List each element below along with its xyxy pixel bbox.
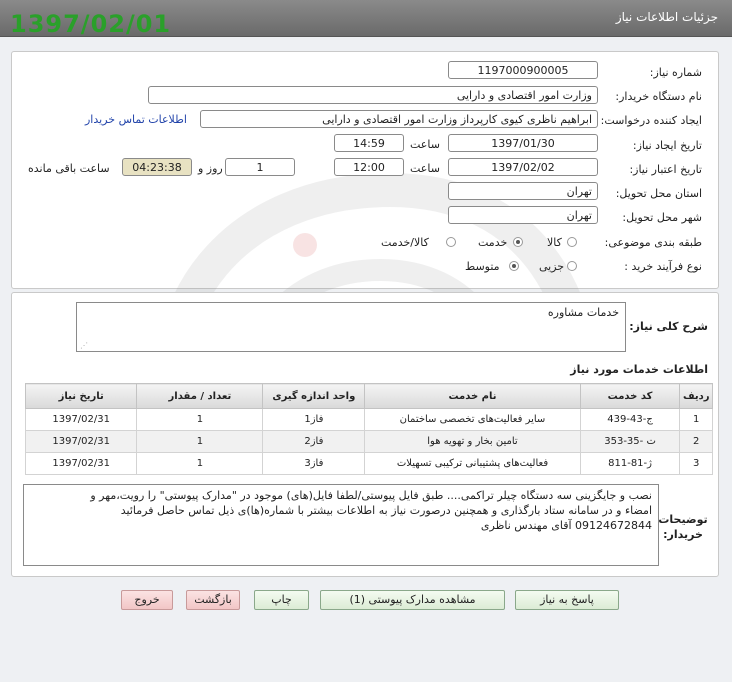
cell-unit: فاز3 [262, 452, 366, 475]
cell-date: 1397/02/31 [24, 408, 138, 431]
category-radio-service[interactable] [513, 237, 523, 247]
cell-code: ج-43-439 [579, 408, 681, 431]
col-code: کد خدمت [579, 383, 681, 409]
remaining-time-field: 04:23:38 [122, 158, 192, 176]
services-table: ردیف کد خدمت نام خدمت واحد اندازه گیری ت… [24, 383, 713, 475]
created-date-field: 1397/01/30 [448, 134, 598, 152]
validity-time-label: ساعت [410, 162, 440, 175]
buyer-org-label: نام دستگاه خریدار: [615, 90, 702, 103]
city-field: تهران [448, 206, 598, 224]
created-time-label: ساعت [410, 138, 440, 151]
days-label: روز و [198, 162, 223, 175]
cell-name: تامین بخار و تهویه هوا [364, 430, 581, 453]
cell-code: ژ-81-811 [579, 452, 681, 475]
remaining-label: ساعت باقی مانده [28, 162, 110, 175]
created-time-field: 14:59 [334, 134, 404, 152]
view-attachments-button[interactable]: مشاهده مدارک پیوستی (1) [320, 590, 505, 610]
col-row: ردیف [679, 383, 713, 409]
cell-qty: 1 [136, 408, 264, 431]
category-label: طبقه بندی موضوعی: [604, 236, 702, 249]
print-button[interactable]: چاپ [254, 590, 309, 610]
col-qty: تعداد / مقدار [136, 383, 264, 409]
back-button[interactable]: بازگشت [186, 590, 240, 610]
need-number-label: شماره نیاز: [649, 66, 702, 79]
category-option-goods: کالا [547, 236, 562, 249]
notes-line-2: امضاء و در سامانه ستاد بارگذاری و همچنین… [120, 504, 652, 517]
summary-label: شرح کلی نیاز: [629, 320, 708, 333]
cell-row: 2 [679, 430, 713, 453]
notes-line-3: 09124672844 آقای مهندس ناظری [480, 519, 652, 532]
exit-button[interactable]: خروج [121, 590, 173, 610]
requester-label: ایجاد کننده درخواست: [600, 114, 702, 127]
resize-grip-icon[interactable]: ⋰ [80, 342, 88, 350]
notes-label: توضیحات خریدار: [658, 513, 708, 541]
col-date: تاریخ نیاز [24, 383, 138, 409]
validity-date-field: 1397/02/02 [448, 158, 598, 176]
cell-qty: 1 [136, 452, 264, 475]
buyer-contact-link[interactable]: اطلاعات تماس خریدار [85, 113, 187, 126]
cell-row: 3 [679, 452, 713, 475]
notes-textarea: نصب و جایگزینی سه دستگاه چیلر تراکمی....… [23, 484, 659, 566]
table-row: 2 ت -35-353 تامین بخار و تهویه هوا فاز2 … [24, 430, 713, 453]
cell-row: 1 [679, 408, 713, 431]
category-option-goods-service: کالا/خدمت [381, 236, 429, 249]
table-row: 1 ج-43-439 سایر فعالیت‌های تخصصی ساختمان… [24, 408, 713, 431]
col-unit: واحد اندازه گیری [262, 383, 366, 409]
process-option-minor: جزیی [539, 260, 565, 273]
services-section-title: اطلاعات خدمات مورد نیاز [570, 363, 708, 376]
city-label: شهر محل تحویل: [622, 211, 702, 224]
category-radio-goods-service[interactable] [446, 237, 456, 247]
created-date-label: تاریخ ایجاد نیاز: [632, 139, 702, 152]
validity-time-field: 12:00 [334, 158, 404, 176]
table-row: 3 ژ-81-811 فعالیت‌های پشتیبانی ترکیبی تس… [24, 452, 713, 475]
respond-button[interactable]: پاسخ به نیاز [515, 590, 619, 610]
page-title: جزئیات اطلاعات نیاز [615, 10, 718, 24]
cell-name: سایر فعالیت‌های تخصصی ساختمان [364, 408, 581, 431]
cell-qty: 1 [136, 430, 264, 453]
province-label: استان محل تحویل: [615, 187, 702, 200]
process-radio-medium[interactable] [509, 261, 519, 271]
process-label: نوع فرآیند خرید : [624, 260, 702, 273]
process-radio-minor[interactable] [567, 261, 577, 271]
need-number-field: 1197000900005 [448, 61, 598, 79]
summary-text: خدمات مشاوره [547, 306, 619, 319]
requester-field: ابراهیم ناظری کیوی کارپرداز وزارت امور ا… [200, 110, 598, 128]
category-option-service: خدمت [478, 236, 508, 249]
cell-unit: فاز2 [262, 430, 366, 453]
cell-unit: فاز1 [262, 408, 366, 431]
province-field: تهران [448, 182, 598, 200]
cell-date: 1397/02/31 [24, 452, 138, 475]
category-radio-goods[interactable] [567, 237, 577, 247]
date-stamp: 1397/02/01 [10, 10, 172, 38]
col-name: نام خدمت [364, 383, 581, 409]
buyer-org-field: وزارت امور اقتصادی و دارایی [148, 86, 598, 104]
process-option-medium: متوسط [465, 260, 500, 273]
cell-code: ت -35-353 [579, 430, 681, 453]
summary-textarea: خدمات مشاوره [76, 302, 626, 352]
validity-date-label: تاریخ اعتبار نیاز: [629, 163, 702, 176]
cell-name: فعالیت‌های پشتیبانی ترکیبی تسهیلات [364, 452, 581, 475]
cell-date: 1397/02/31 [24, 430, 138, 453]
notes-line-1: نصب و جایگزینی سه دستگاه چیلر تراکمی....… [90, 489, 652, 502]
remaining-days-field: 1 [225, 158, 295, 176]
